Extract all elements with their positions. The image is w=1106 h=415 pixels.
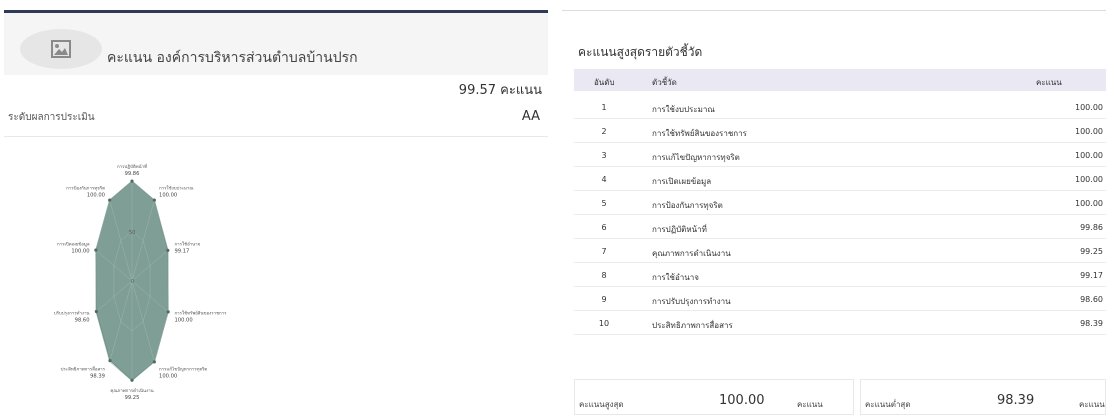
total-score: 99.57 คะแนน: [459, 79, 542, 100]
organization-score-card: คะแนน องค์การบริหารส่วนตำบลบ้านปรก 99.57…: [4, 10, 548, 414]
row-rank: 1: [601, 103, 607, 112]
table-row: 3 การแก้ไขปัญหาการทุจริต 100.00: [574, 143, 1106, 167]
header-rank: อันดับ: [594, 78, 615, 87]
row-indicator-name: การแก้ไขปัญหาการทุจริต: [652, 153, 740, 162]
radar-axis-label: การใช้ทรัพย์สินของราชการ: [174, 311, 227, 317]
evaluation-level-label: ระดับผลการประเมิน: [8, 112, 95, 123]
table-row: 6 การปฏิบัติหน้าที่ 99.86: [574, 215, 1106, 239]
max-score-unit: คะแนน: [797, 400, 823, 409]
evaluation-level-value: AA: [521, 109, 540, 124]
row-rank: 5: [601, 199, 607, 208]
organization-score-title: คะแนน องค์การบริหารส่วนตำบลบ้านปรก: [107, 50, 358, 66]
radar-point: [94, 248, 98, 252]
row-rank: 4: [601, 175, 607, 184]
row-score: 99.25: [1080, 247, 1103, 256]
row-indicator-name: การปรับปรุงการทำงาน: [652, 297, 731, 306]
row-indicator-name: การเปิดเผยข้อมูล: [652, 177, 712, 186]
row-indicator-name: การใช้อำนาจ: [652, 273, 699, 282]
total-score-value: 99.57: [458, 83, 497, 98]
min-score-unit: คะแนน: [1079, 400, 1105, 409]
radar-point: [130, 179, 134, 183]
radar-axis-label: คุณภาพการดำเนินงาน: [110, 388, 153, 394]
row-score: 100.00: [1075, 199, 1103, 208]
table-row: 4 การเปิดเผยข้อมูล 100.00: [574, 167, 1106, 191]
max-score-label: คะแนนสูงสุด: [579, 400, 624, 409]
row-rank: 2: [601, 127, 607, 136]
radar-point: [152, 360, 156, 364]
row-indicator-name: การใช้งบประมาณ: [652, 105, 715, 114]
row-indicator-name: การป้องกันการทุจริต: [652, 201, 723, 210]
radar-axis-label: การป้องกันการทุจริต: [66, 185, 105, 191]
radar-point: [166, 248, 170, 252]
row-indicator-name: ประสิทธิภาพการสื่อสาร: [652, 321, 733, 330]
header-score: คะแนน: [1036, 78, 1062, 87]
row-rank: 6: [601, 223, 607, 232]
min-score-label: คะแนนต่ำสุด: [865, 400, 911, 409]
table-row: 2 การใช้ทรัพย์สินของราชการ 100.00: [574, 119, 1106, 143]
radar-ring-label: 0: [131, 279, 134, 285]
radar-axis-label: การปฏิบัติหน้าที่: [117, 163, 147, 170]
row-score: 99.17: [1080, 271, 1103, 280]
min-score-value: 98.39: [997, 393, 1035, 408]
row-rank: 9: [601, 295, 607, 304]
table-row: 8 การใช้อำนาจ 99.17: [574, 263, 1106, 287]
radar-axis-value: 99.25: [125, 395, 140, 401]
radar-axis-value: 99.17: [174, 248, 189, 254]
table-row: 7 คุณภาพการดำเนินงาน 99.25: [574, 239, 1106, 263]
radar-axis-value: 100.00: [71, 248, 89, 254]
radar-axis-value: 100.00: [87, 192, 105, 198]
row-indicator-name: การปฏิบัติหน้าที่: [652, 225, 707, 234]
row-score: 98.60: [1080, 295, 1103, 304]
table-row: 1 การใช้งบประมาณ 100.00: [574, 95, 1106, 119]
radar-point: [94, 309, 98, 314]
min-score-summary: คะแนนต่ำสุด 98.39 คะแนน: [860, 379, 1106, 415]
radar-axis-value: 98.60: [75, 318, 90, 324]
radar-axis-label: การใช้อำนาจ: [174, 241, 200, 247]
max-score-summary: คะแนนสูงสุด 100.00 คะแนน: [574, 379, 854, 415]
total-score-unit: คะแนน: [500, 83, 542, 98]
row-rank: 7: [601, 247, 607, 256]
row-score: 98.39: [1080, 319, 1103, 328]
top-indicators-title: คะแนนสูงสุดรายตัวชี้วัด: [578, 45, 703, 59]
image-placeholder-icon: [51, 40, 71, 58]
radar-point: [108, 198, 112, 202]
table-row: 5 การป้องกันการทุจริต 100.00: [574, 191, 1106, 215]
row-score: 100.00: [1075, 103, 1103, 112]
row-score: 100.00: [1075, 175, 1103, 184]
row-rank: 3: [601, 151, 607, 160]
radar-ring-label: 50: [129, 230, 135, 236]
table-header: อันดับ ตัวชี้วัด คะแนน: [574, 69, 1106, 91]
row-indicator-name: การใช้ทรัพย์สินของราชการ: [652, 129, 747, 138]
organization-logo: [20, 29, 102, 69]
table-row: 9 การปรับปรุงการทำงาน 98.60: [574, 287, 1106, 311]
radar-axis-value: 98.39: [90, 374, 105, 380]
score-card-header: คะแนน องค์การบริหารส่วนตำบลบ้านปรก: [4, 13, 548, 75]
radar-point: [130, 378, 134, 382]
table-row: 10 ประสิทธิภาพการสื่อสาร 98.39: [574, 311, 1106, 335]
radar-axis-value: 100.00: [174, 318, 192, 324]
row-score: 99.86: [1080, 223, 1103, 232]
radar-axis-value: 100.00: [159, 192, 177, 198]
radar-axis-value: 100.00: [159, 374, 177, 380]
radar-axis-label: ประสิทธิภาพการสื่อสาร: [61, 366, 106, 373]
radar-axis-value: 99.86: [125, 171, 140, 177]
radar-point: [152, 198, 156, 202]
row-indicator-name: คุณภาพการดำเนินงาน: [652, 249, 731, 258]
radar-chart: 500การปฏิบัติหน้าที่99.86การใช้งบประมาณ1…: [54, 163, 227, 401]
row-rank: 10: [598, 319, 610, 328]
max-score-value: 100.00: [719, 393, 765, 408]
divider: [4, 136, 548, 137]
radar-axis-label: การแก้ไขปัญหาการทุจริต: [159, 367, 207, 373]
radar-point: [166, 310, 170, 314]
row-rank: 8: [601, 271, 607, 280]
radar-axis-label: การใช้งบประมาณ: [159, 185, 193, 191]
top-indicators-card: คะแนนสูงสุดรายตัวชี้วัด อันดับ ตัวชี้วัด…: [562, 10, 1106, 415]
row-score: 100.00: [1075, 151, 1103, 160]
radar-point: [108, 358, 112, 363]
header-indicator: ตัวชี้วัด: [652, 78, 677, 87]
row-score: 100.00: [1075, 127, 1103, 136]
radar-axis-label: การเปิดเผยข้อมูล: [57, 241, 90, 247]
radar-axis-label: การปรับปรุงการทำงาน: [54, 311, 90, 317]
